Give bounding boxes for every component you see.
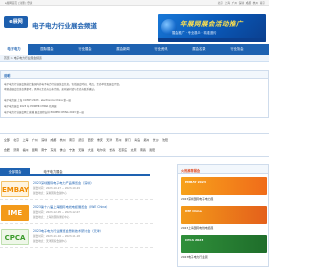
- recommend-caption[interactable]: 2023深圳国际电子电力展: [181, 197, 213, 201]
- intro-heading: 说明: [4, 74, 11, 78]
- exhibition-thumb[interactable]: IME: [1, 205, 29, 221]
- city-row[interactable]: 合肥 济南 福州 昆明 南宁 东莞 佛山 宁波 无锡 大连 哈尔滨 长春 石家庄…: [4, 148, 155, 152]
- breadcrumb[interactable]: 首页 > 电子电力行业展会频道: [4, 56, 42, 60]
- city-row[interactable]: 全部 北京 上海 广州 深圳 成都 杭州 南京 武汉 西安 重庆 天津 苏州 厦…: [4, 138, 168, 142]
- recommend-card[interactable]: EMBAY 2023: [181, 177, 267, 195]
- nav-item-association[interactable]: 行业协会: [222, 44, 252, 55]
- exhibition-venue: 展会地点：上海新国际博览中心: [33, 216, 70, 219]
- breadcrumb-bar: 首页 > 电子电力行业展会频道: [0, 55, 269, 62]
- site-logo[interactable]: e展网: [4, 16, 28, 28]
- recommend-panel: 火热推荐展会 EMBAY 2023 2023深圳国际电子电力展 IME Chin…: [177, 164, 269, 267]
- header-banner[interactable]: 年展网展会活动推广 展会推广 · 专业观众 · 精准邀约: [158, 14, 266, 42]
- tab-electric[interactable]: 电子电力展会: [33, 168, 73, 176]
- recommend-card[interactable]: IME China: [181, 206, 267, 224]
- exhibition-venue: 展会地点：天津国家会展中心: [33, 240, 67, 243]
- exhibition-date: 展会时间：2023-11-16 ~ 2023-11-18: [33, 235, 80, 238]
- recommend-card-label: IME China: [185, 209, 202, 213]
- top-links[interactable]: e展网首页 | 注册 | 登录: [5, 1, 32, 5]
- site-title: 电子电力行业展会频道: [32, 22, 97, 30]
- exhibition-title[interactable]: 2023深圳国际电子电力产品博览会（深圳）: [33, 180, 93, 185]
- intro-line: 本频道展会信息仅供参考，具体以主办方公布为准，如有疑问请与主办方联系确认。: [4, 88, 97, 91]
- exhibition-title[interactable]: 2023第十八届上海国际电线电缆展览会（IWE China）: [33, 204, 109, 209]
- list-item[interactable]: EMBAY 2023深圳国际电子电力产品博览会（深圳） 展会时间：2023-10…: [0, 178, 153, 200]
- recommend-caption[interactable]: 2023上海国际电线电缆展: [181, 226, 213, 230]
- recommend-heading: 火热推荐展会: [181, 168, 201, 173]
- intro-box: 说明 电子电力行业展会频道汇集国内外电子电力行业展览会信息，包括展会时间、地点、…: [0, 70, 269, 118]
- nav-item-news[interactable]: 展会新闻: [108, 44, 138, 55]
- exhibition-thumb[interactable]: CPCA: [1, 229, 29, 245]
- exhibition-date: 展会时间：2023-12-05 ~ 2023-12-07: [33, 211, 80, 214]
- main-nav: 电子电力 国际展会 行业展会 展会新闻 行业资讯 展会名录 行业协会: [0, 44, 269, 55]
- intro-header: 说明: [1, 71, 268, 79]
- nav-item-industry[interactable]: 行业展会: [70, 44, 100, 55]
- exhibition-date: 展会时间：2023-10-27 ~ 2023-10-29: [33, 187, 80, 190]
- banner-headline: 年展网展会活动推广: [180, 20, 243, 28]
- recommend-card-label: EMBAY 2023: [185, 180, 206, 184]
- nav-item-electric[interactable]: 电子电力: [0, 44, 28, 55]
- intro-line[interactable]: 电子电力展会 2023 年 POWER CHINA 已开展: [4, 104, 57, 108]
- exhibition-thumb[interactable]: EMBAY: [1, 181, 29, 197]
- exhibition-venue: 展会地点：深圳国际会展中心: [33, 192, 67, 195]
- exhibition-title[interactable]: 2023电子电力行业展览会暨新技术研讨会（天津）: [33, 228, 103, 233]
- nav-item-international[interactable]: 国际展会: [32, 44, 62, 55]
- tab-all[interactable]: 全部展会: [0, 168, 30, 176]
- banner-stripe: [158, 38, 266, 42]
- city-filter: 全部 北京 上海 广州 深圳 成都 杭州 南京 武汉 西安 重庆 天津 苏州 厦…: [0, 133, 269, 157]
- intro-line[interactable]: 电子电力展 上海 CATCH 2023 · electronica China …: [4, 98, 71, 102]
- city-links[interactable]: 北京 上海 广州 深圳 成都 杭州 南京: [218, 1, 265, 5]
- recommend-card-label: CPCA 2023: [185, 238, 204, 242]
- recommend-card[interactable]: CPCA 2023: [181, 235, 267, 253]
- banner-subtext: 展会推广 · 专业观众 · 精准邀约: [172, 31, 217, 35]
- exhibition-tabs: 全部展会 电子电力展会: [0, 168, 150, 176]
- list-item[interactable]: CPCA 2023电子电力行业展览会暨新技术研讨会（天津） 展会时间：2023-…: [0, 226, 153, 248]
- nav-item-directory[interactable]: 展会名录: [184, 44, 214, 55]
- intro-line[interactable]: 电子电力行业展会网上直播 展会日程安排 POWER CHINA 2023 第一届: [4, 110, 84, 114]
- recommend-caption[interactable]: 2023电子电力行业展: [181, 255, 208, 259]
- intro-line: 电子电力行业展会频道汇集国内外电子电力行业展览会信息，包括展会时间、地点、主办单…: [4, 83, 122, 86]
- header: e展网 电子电力行业展会频道 年展网展会活动推广 展会推广 · 专业观众 · 精…: [0, 6, 269, 42]
- recommend-header: 火热推荐展会: [178, 165, 268, 174]
- list-item[interactable]: IME 2023第十八届上海国际电线电缆展览会（IWE China） 展会时间：…: [0, 202, 153, 224]
- nav-item-info[interactable]: 行业资讯: [146, 44, 176, 55]
